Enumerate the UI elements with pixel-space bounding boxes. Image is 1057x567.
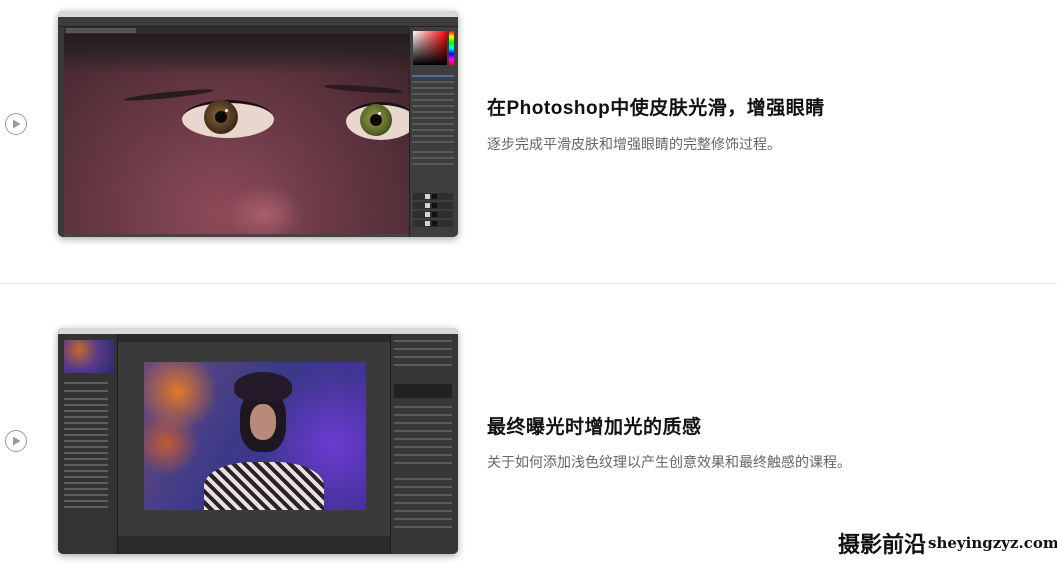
play-circle-icon: [13, 119, 21, 129]
lesson-thumbnail[interactable]: [58, 328, 458, 554]
lesson-description: 逐步完成平滑皮肤和增强眼睛的完整修饰过程。: [487, 136, 781, 152]
play-button[interactable]: [5, 113, 27, 135]
watermark-url: sheyingzyz.com: [928, 534, 1057, 552]
color-picker: [413, 31, 447, 65]
options-bar: [58, 17, 458, 27]
status-bar: [64, 234, 409, 237]
play-button[interactable]: [5, 430, 27, 452]
document-tab: [66, 28, 136, 33]
canvas-photo: [64, 34, 409, 234]
lesson-thumbnail[interactable]: [58, 11, 458, 237]
lesson-item[interactable]: 在Photoshop中使皮肤光滑，增强眼睛 逐步完成平滑皮肤和增强眼睛的完整修饰…: [0, 0, 1057, 283]
hue-slider: [449, 31, 454, 65]
lesson-item[interactable]: 最终曝光时增加光的质感 关于如何添加浅色纹理以产生创意效果和最终触感的课程。: [0, 284, 1057, 567]
viewer-toolbar: [118, 334, 390, 342]
right-tools-panel: [390, 334, 458, 554]
watermark-cn: 摄影前沿: [838, 532, 927, 558]
filmstrip: [118, 536, 390, 554]
histogram: [394, 384, 452, 398]
lesson-description: 关于如何添加浅色纹理以产生创意效果和最终触感的课程。: [487, 454, 851, 470]
navigator-preview: [64, 340, 114, 373]
viewer-photo: [144, 362, 366, 510]
watermark: 摄影前沿 sheyingzyz.com: [838, 528, 1057, 558]
lesson-title[interactable]: 最终曝光时增加光的质感: [487, 412, 702, 439]
play-circle-icon: [13, 436, 21, 446]
lesson-title[interactable]: 在Photoshop中使皮肤光滑，增强眼睛: [487, 93, 825, 120]
